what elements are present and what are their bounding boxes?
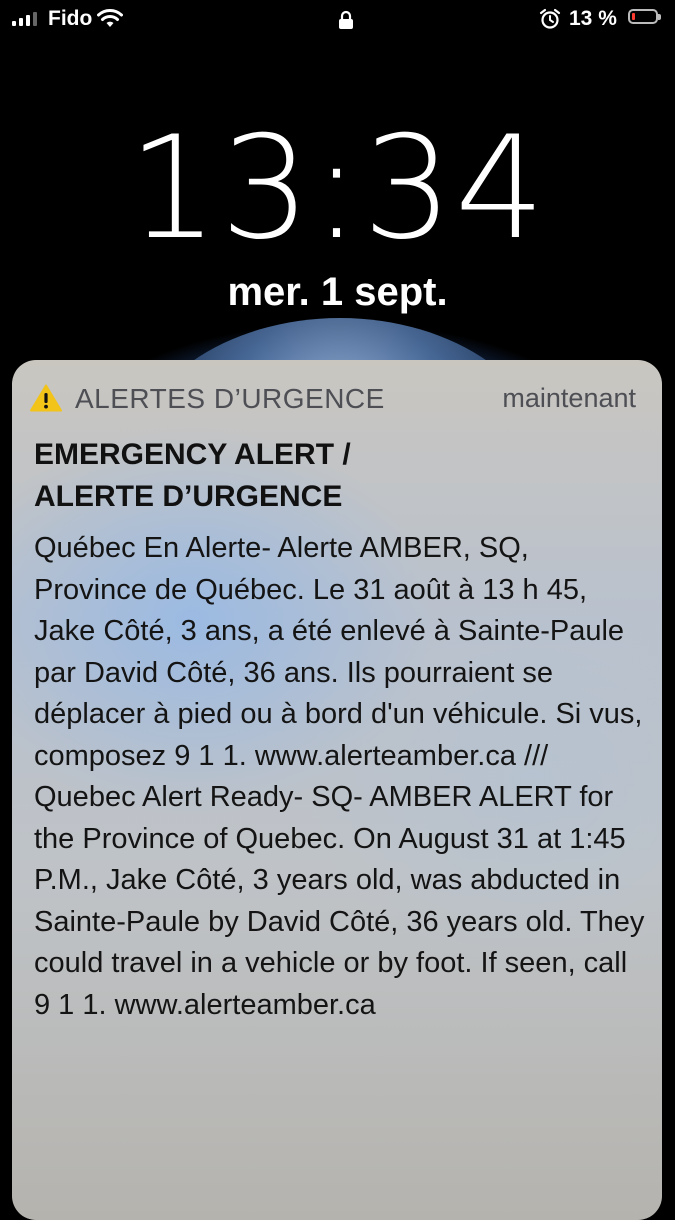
lock-screen-date: mer. 1 sept. (227, 270, 448, 314)
status-bar: Fido 13 % (0, 0, 675, 40)
wifi-icon (97, 9, 123, 27)
emergency-alert-notification[interactable]: ALERTES D’URGENCE maintenant EMERGENCY A… (12, 360, 662, 1220)
carrier-name: Fido (48, 7, 93, 30)
notification-timestamp: maintenant (502, 383, 636, 413)
notification-title: EMERGENCY ALERT / ALERTE D’URGENCE (34, 438, 351, 513)
battery-percent: 13 % (569, 7, 617, 30)
lock-screen-time: 13:34 (127, 106, 548, 271)
warning-icon (30, 384, 62, 412)
notification-app-name: ALERTES D’URGENCE (75, 383, 385, 414)
battery-icon (628, 9, 661, 24)
alarm-icon (539, 8, 561, 29)
lock-icon (339, 10, 353, 29)
notification-header: ALERTES D’URGENCE maintenant (12, 360, 662, 440)
notification-body: Québec En Alerte- Alerte AMBER, SQ, Prov… (34, 532, 645, 1021)
battery-level-fill (632, 13, 635, 20)
signal-icon (12, 12, 37, 26)
